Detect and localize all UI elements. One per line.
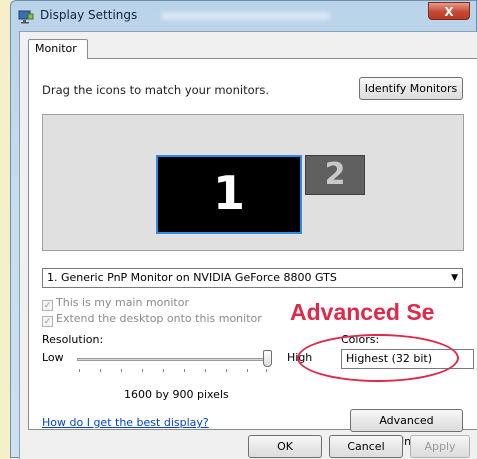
ok-button[interactable]: OK <box>248 435 322 458</box>
extend-desktop-label: Extend the desktop onto this monitor <box>56 312 262 325</box>
display-settings-icon <box>18 9 34 24</box>
resolution-slider-ticks <box>79 369 267 373</box>
slider-low-label: Low <box>42 351 64 364</box>
main-monitor-label: This is my main monitor <box>56 296 189 309</box>
highlight-ellipse <box>297 334 459 382</box>
title-bar-glow <box>161 12 331 20</box>
monitor-select-value: 1. Generic PnP Monitor on NVIDIA GeForce… <box>47 271 337 284</box>
monitor-2-icon[interactable]: 2 <box>305 155 365 195</box>
apply-button[interactable]: Apply <box>410 435 470 458</box>
dialog-client-area: Monitor Drag the icons to match your mon… <box>19 31 477 459</box>
display-settings-window: Display Settings X Monitor Drag the icon… <box>10 0 477 459</box>
window-title: Display Settings <box>40 8 138 22</box>
title-bar[interactable]: Display Settings X <box>11 1 476 31</box>
extend-desktop-checkbox[interactable]: ✓ Extend the desktop onto this monitor <box>42 312 262 327</box>
main-monitor-checkbox[interactable]: ✓ This is my main monitor <box>42 296 189 311</box>
close-button[interactable]: X <box>428 2 470 20</box>
monitor-select-dropdown[interactable]: 1. Generic PnP Monitor on NVIDIA GeForce… <box>42 268 463 288</box>
tab-monitor[interactable]: Monitor <box>28 39 88 59</box>
chevron-down-icon: ▼ <box>451 273 458 283</box>
resolution-slider-track[interactable] <box>77 358 267 361</box>
monitor-1-icon[interactable]: 1 <box>156 155 302 234</box>
best-display-help-link[interactable]: How do I get the best display? <box>42 416 209 429</box>
checkbox-checked-icon: ✓ <box>42 316 53 327</box>
drag-instruction: Drag the icons to match your monitors. <box>42 83 269 97</box>
annotation-caption: Advanced Se <box>290 299 435 325</box>
checkbox-checked-icon: ✓ <box>42 300 53 311</box>
resolution-value: 1600 by 900 pixels <box>124 388 229 401</box>
monitor-arrangement-area: 1 2 <box>42 114 464 251</box>
resolution-slider-thumb[interactable] <box>263 350 272 367</box>
resolution-label: Resolution: <box>42 333 104 346</box>
advanced-settings-button[interactable]: Advanced Settings... <box>350 409 463 448</box>
identify-monitors-button[interactable]: Identify Monitors <box>359 77 463 100</box>
cancel-button[interactable]: Cancel <box>329 435 403 458</box>
